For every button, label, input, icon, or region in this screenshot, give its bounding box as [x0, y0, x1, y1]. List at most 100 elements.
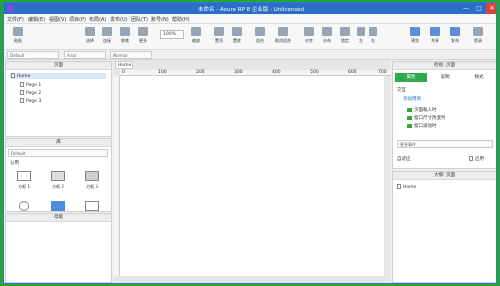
group-icon [255, 27, 265, 36]
group-button[interactable]: 组合 [252, 27, 268, 47]
arrow-right-icon [369, 27, 377, 36]
maximize-button[interactable]: □ [473, 3, 485, 14]
connector-icon [102, 27, 112, 36]
send-back-icon [232, 27, 242, 36]
widget-box-1[interactable]: 方框 1 [12, 171, 36, 190]
zoom-icon [191, 27, 201, 36]
page-icon [11, 73, 15, 78]
share-button[interactable]: 共享 [428, 27, 442, 47]
masters-panel: 母版 [5, 213, 112, 283]
menu-file[interactable]: 文件(F) [7, 16, 24, 23]
font-weight-select[interactable]: Normal [110, 51, 152, 59]
arrow-left-icon [357, 27, 365, 36]
page-item-1[interactable]: Page 1 [20, 82, 41, 88]
tab-home[interactable]: Home [115, 61, 133, 69]
ungroup-button[interactable]: 取消组合 [272, 27, 294, 47]
menu-team[interactable]: 团队(T) [131, 16, 148, 23]
more-tools-button[interactable]: 更多 [136, 27, 150, 47]
menu-bar: 文件(F) 编辑(E) 视图(V) 项目(P) 布局(A) 发布(U) 团队(T… [4, 14, 496, 24]
library-select[interactable]: Default [8, 149, 108, 157]
bottom-button[interactable]: 置底 [230, 27, 244, 47]
menu-view[interactable]: 视图(V) [49, 16, 66, 23]
library-panel-title: 库 [6, 139, 111, 147]
image-icon [51, 201, 65, 211]
axure-window: 未命名 - Axure RP 8 企业版 : Unlicensed — □ ✕ … [3, 2, 497, 284]
distribute-icon [322, 27, 332, 36]
ellipse-icon [19, 201, 29, 211]
inspector-title: 检视: 页面 [393, 62, 496, 70]
top-button[interactable]: 置顶 [212, 27, 226, 47]
page-item-2[interactable]: Page 2 [20, 90, 41, 96]
connect-tool-button[interactable]: 连接 [100, 27, 114, 47]
menu-edit[interactable]: 编辑(E) [28, 16, 45, 23]
login-button[interactable]: 登录 [470, 27, 486, 47]
tab-notes[interactable]: 说明 [429, 73, 461, 82]
tab-style[interactable]: 样式 [463, 73, 495, 82]
event-page-load[interactable]: 页面载入时 [407, 107, 437, 113]
format-bar: Default Arial Normal [4, 50, 496, 60]
menu-layout[interactable]: 布局(A) [89, 16, 106, 23]
page-icon [20, 98, 24, 103]
page-item-3[interactable]: Page 3 [20, 98, 41, 104]
title-bar: 未命名 - Axure RP 8 企业版 : Unlicensed — □ ✕ [4, 3, 496, 14]
event-icon [407, 123, 412, 128]
left-button[interactable]: 左 [356, 27, 366, 47]
select-tool-button[interactable]: 选择 [82, 27, 98, 47]
page-icon [397, 184, 401, 189]
minimize-button[interactable]: — [460, 3, 472, 14]
page-item-home[interactable]: Home [10, 73, 106, 79]
design-canvas[interactable] [120, 76, 384, 276]
pen-tool-button[interactable]: 钢笔 [118, 27, 132, 47]
menu-publish[interactable]: 发布(U) [110, 16, 128, 23]
align-icon [304, 27, 314, 36]
menu-project[interactable]: 项目(P) [69, 16, 86, 23]
lock-button[interactable]: 锁定 [338, 27, 352, 47]
cursor-icon [85, 27, 95, 36]
preview-button[interactable]: 预览 [408, 27, 422, 47]
close-button[interactable]: ✕ [486, 3, 496, 14]
more-icon [138, 27, 148, 36]
pen-icon [120, 27, 130, 36]
font-select[interactable]: Arial [64, 51, 106, 59]
zoom-button[interactable]: 缩放 [188, 27, 204, 47]
clipboard-icon [13, 27, 23, 36]
masters-panel-title: 母版 [6, 214, 111, 222]
paste-button[interactable]: 粘贴 [8, 27, 28, 47]
publish-icon [450, 27, 460, 36]
menu-help[interactable]: 帮助(H) [172, 16, 190, 23]
lock-icon [340, 27, 350, 36]
window-title: 未命名 - Axure RP 8 企业版 : Unlicensed [198, 7, 304, 13]
outline-item-home[interactable]: Home [397, 184, 416, 190]
enable-checkbox[interactable]: 启用 [469, 156, 484, 162]
pages-panel-title: 页面 [6, 62, 111, 70]
event-icon [407, 107, 412, 112]
right-button[interactable]: 右 [368, 27, 378, 47]
widget-box-3[interactable]: 方框 3 [80, 171, 104, 190]
align-button[interactable]: 对齐 [302, 27, 316, 47]
preview-icon [410, 27, 420, 36]
library-group-label: 公用 [10, 161, 19, 166]
outline-panel: 大纲: 页面 Home [392, 171, 496, 283]
vertical-ruler [113, 76, 120, 276]
zoom-select[interactable]: 100% [160, 30, 184, 39]
page-icon [20, 90, 24, 95]
distribute-button[interactable]: 分布 [320, 27, 334, 47]
event-icon [407, 115, 412, 120]
widget-box-2[interactable]: 方框 2 [46, 171, 70, 190]
event-window-scroll[interactable]: 窗口滚动时 [407, 123, 437, 129]
more-events-select[interactable]: 更多事件 [397, 140, 493, 148]
ungroup-icon [278, 27, 288, 36]
menu-account[interactable]: 账号(N) [151, 16, 169, 23]
cloud-icon [430, 27, 440, 36]
adaptive-label: 自适应 [397, 157, 411, 162]
rectangle-icon [17, 171, 31, 181]
event-window-resize[interactable]: 窗口尺寸改变时 [407, 115, 446, 121]
style-select[interactable]: Default [7, 51, 59, 59]
tab-properties[interactable]: 属性 [395, 73, 427, 82]
library-panel: 库 Default 公用 方框 1 方框 2 方框 3 [5, 138, 112, 212]
publish-button[interactable]: 发布 [448, 27, 462, 47]
inspector-panel: 检视: 页面 属性 说明 样式 交互 添加用例 页面载入时 窗口尺寸改变时 窗口… [392, 61, 496, 169]
add-case-link[interactable]: 添加用例 [403, 96, 421, 102]
rectangle-icon [85, 171, 99, 181]
bring-front-icon [214, 27, 224, 36]
